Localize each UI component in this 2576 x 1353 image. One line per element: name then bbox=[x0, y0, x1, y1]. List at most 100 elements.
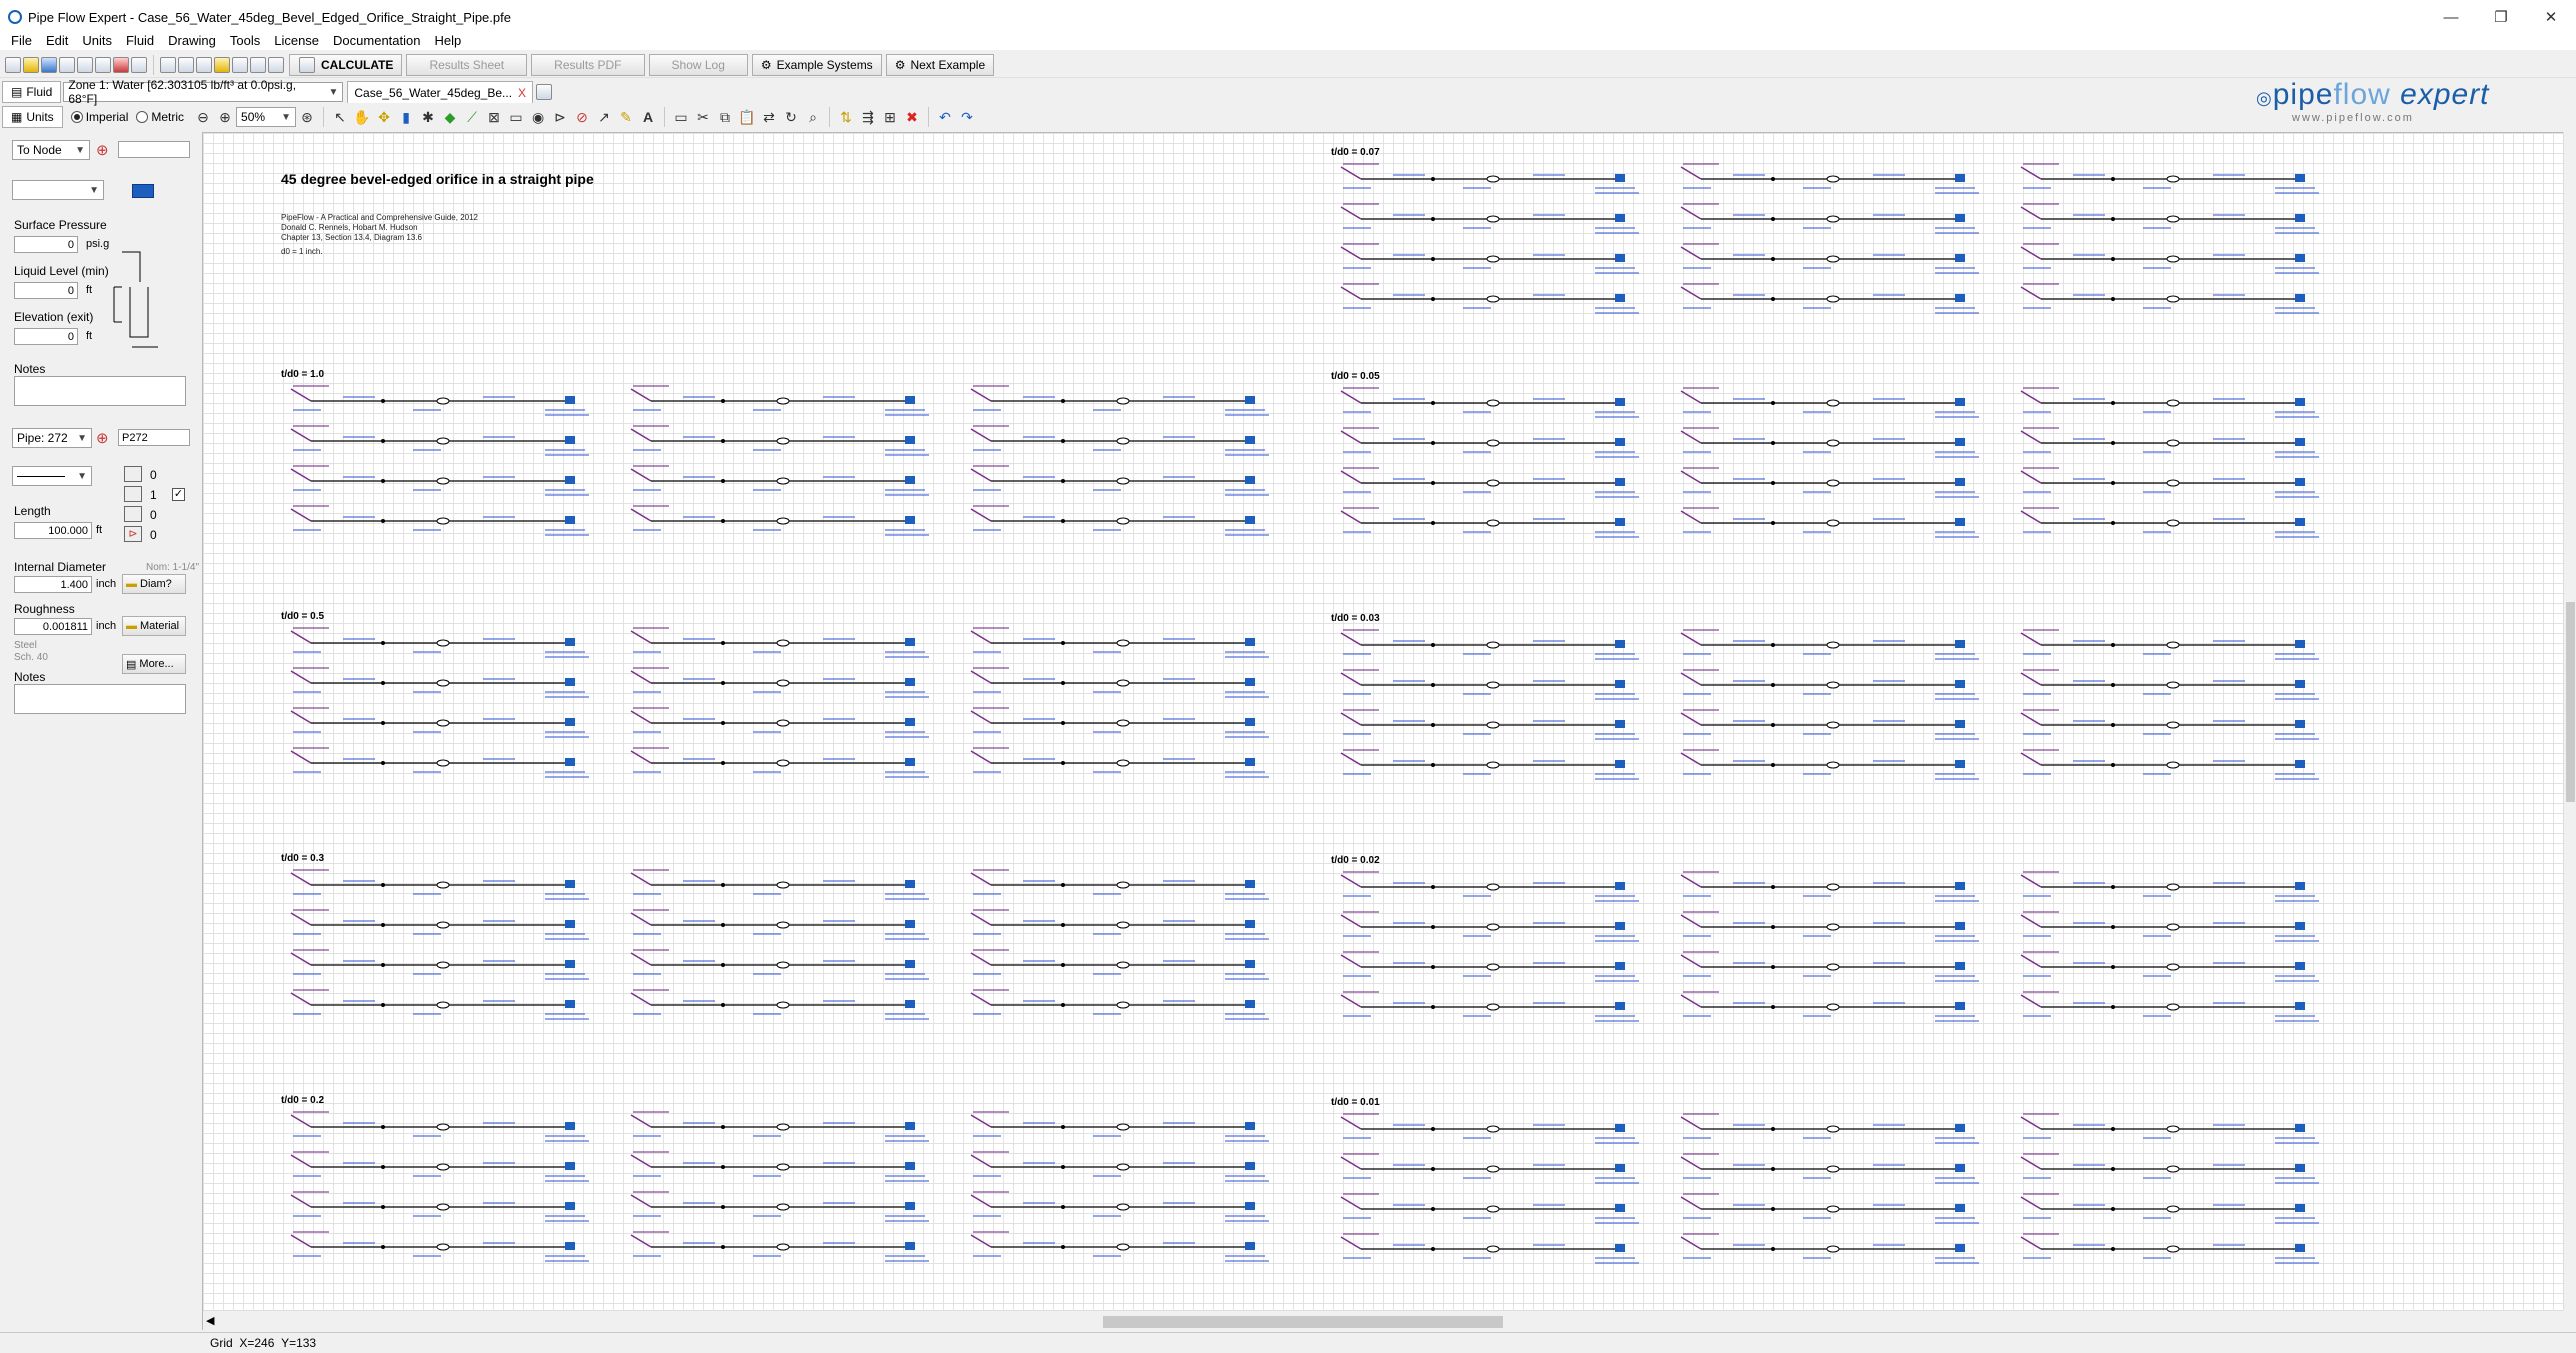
diameter-button[interactable]: ▬ Diam? bbox=[122, 574, 186, 594]
close-button[interactable]: ✕ bbox=[2526, 0, 2576, 34]
component-icon[interactable]: ▭ bbox=[505, 109, 527, 126]
pipe-network-section[interactable] bbox=[1333, 627, 2333, 797]
fittings-icon[interactable] bbox=[124, 466, 142, 482]
menu-file[interactable]: File bbox=[4, 33, 39, 48]
menu-documentation[interactable]: Documentation bbox=[326, 33, 427, 48]
zoom-in-icon[interactable]: ⊕ bbox=[214, 109, 236, 126]
results-sheet-button[interactable]: Results Sheet bbox=[406, 53, 528, 76]
component-count-icon[interactable] bbox=[124, 486, 142, 502]
pipe-network-section[interactable] bbox=[1333, 1111, 2333, 1281]
paste-icon[interactable]: 📋 bbox=[736, 109, 758, 126]
tab-units[interactable]: ▦ Units bbox=[2, 106, 63, 128]
node-select[interactable]: To Node ▼ bbox=[12, 140, 90, 160]
node-icon[interactable]: ◆ bbox=[439, 109, 461, 126]
tab-fluid[interactable]: ▤ Fluid bbox=[2, 81, 62, 103]
control-valve-count-icon[interactable]: ⊳ bbox=[124, 526, 142, 542]
new-file-icon[interactable] bbox=[5, 56, 21, 73]
checkbox-checked-icon[interactable]: ✓ bbox=[172, 488, 185, 501]
copy-icon[interactable]: ⧉ bbox=[714, 109, 736, 126]
fitting-icon[interactable] bbox=[214, 56, 230, 73]
drawing-canvas[interactable]: 45 degree bevel-edged orifice in a strai… bbox=[203, 132, 2563, 1310]
move-icon[interactable]: ✥ bbox=[373, 109, 395, 126]
rectangle-icon[interactable]: ▭ bbox=[670, 109, 692, 126]
menu-drawing[interactable]: Drawing bbox=[161, 33, 223, 48]
example-systems-button[interactable]: ⚙ Example Systems bbox=[751, 53, 882, 76]
pipe-network-section[interactable] bbox=[1333, 385, 2333, 555]
text-icon[interactable]: A bbox=[637, 109, 659, 125]
demand-icon[interactable]: ↗ bbox=[593, 109, 615, 126]
pdf-icon[interactable] bbox=[113, 56, 129, 73]
scroll-thumb[interactable] bbox=[1103, 1316, 1503, 1328]
results-pdf-button[interactable]: Results PDF bbox=[531, 53, 645, 76]
length-input[interactable]: 100.000 bbox=[14, 522, 92, 539]
pipe-notes-textarea[interactable] bbox=[14, 684, 186, 714]
save-icon[interactable] bbox=[41, 56, 57, 73]
menu-tools[interactable]: Tools bbox=[223, 33, 267, 48]
pipe-draw-icon[interactable]: ⟋ bbox=[461, 109, 483, 126]
pointer-icon[interactable]: ↖ bbox=[329, 109, 351, 126]
node-name-input[interactable] bbox=[118, 141, 190, 158]
export-icon[interactable] bbox=[131, 56, 147, 73]
print-icon[interactable] bbox=[59, 56, 75, 73]
table-icon[interactable] bbox=[160, 56, 176, 73]
node-notes-textarea[interactable] bbox=[14, 376, 186, 406]
find-icon[interactable]: ⌕ bbox=[802, 109, 824, 126]
rotate-icon[interactable]: ↻ bbox=[780, 109, 802, 126]
pipe-network-section[interactable] bbox=[283, 625, 1283, 795]
liquid-level-input[interactable]: 0 bbox=[14, 282, 78, 299]
line-style-select[interactable]: ▼ bbox=[12, 466, 92, 486]
join-node-icon[interactable]: ✱ bbox=[417, 109, 439, 126]
tank-icon[interactable]: ▮ bbox=[395, 109, 417, 126]
menu-license[interactable]: License bbox=[267, 33, 326, 48]
menu-edit[interactable]: Edit bbox=[39, 33, 75, 48]
show-log-button[interactable]: Show Log bbox=[648, 53, 748, 76]
component-icon[interactable] bbox=[268, 56, 284, 73]
imperial-radio[interactable]: Imperial bbox=[70, 110, 128, 124]
check-valve-icon[interactable]: ⊘ bbox=[571, 109, 593, 126]
grid-icon[interactable]: ⊞ bbox=[879, 109, 901, 126]
internal-diameter-input[interactable]: 1.400 bbox=[14, 576, 92, 593]
zoom-fit-icon[interactable]: ⊛ bbox=[296, 109, 318, 126]
crosshair-icon[interactable]: ⊕ bbox=[96, 429, 109, 447]
menu-help[interactable]: Help bbox=[427, 33, 468, 48]
pipe-network-section[interactable] bbox=[1333, 869, 2333, 1039]
valve-icon[interactable] bbox=[250, 56, 266, 73]
pipe-network-section[interactable] bbox=[283, 1109, 1283, 1279]
pan-hand-icon[interactable]: ✋ bbox=[351, 109, 373, 126]
tank-type-select[interactable]: ▼ bbox=[12, 180, 104, 200]
pump-count-icon[interactable] bbox=[124, 506, 142, 522]
metric-radio[interactable]: Metric bbox=[136, 110, 184, 124]
fluid-zone-select[interactable]: Zone 1: Water [62.303105 lb/ft³ at 0.0ps… bbox=[63, 78, 344, 106]
crosshair-icon[interactable]: ⊕ bbox=[96, 141, 109, 159]
zoom-out-icon[interactable]: ⊖ bbox=[192, 109, 214, 126]
flip-icon[interactable]: ⇄ bbox=[758, 109, 780, 126]
material-button[interactable]: ▬ Material bbox=[122, 616, 186, 636]
elevation-input[interactable]: 0 bbox=[14, 328, 78, 345]
vertical-scrollbar[interactable] bbox=[2563, 132, 2576, 1310]
pipe-network-section[interactable] bbox=[283, 867, 1283, 1037]
delete-icon[interactable]: ✖ bbox=[901, 109, 923, 126]
more-button[interactable]: ▤ More... bbox=[122, 654, 186, 674]
next-example-button[interactable]: ⚙ Next Example bbox=[885, 53, 995, 76]
pump-icon[interactable]: ◉ bbox=[527, 109, 549, 126]
surface-pressure-input[interactable]: 0 bbox=[14, 236, 78, 253]
document-tab[interactable]: Case_56_Water_45deg_Be... X bbox=[347, 81, 534, 103]
minimize-button[interactable]: — bbox=[2426, 0, 2476, 34]
maximize-button[interactable]: ❐ bbox=[2476, 0, 2526, 34]
pipe-network-section[interactable] bbox=[283, 383, 1283, 553]
control-valve-icon[interactable]: ⊳ bbox=[549, 109, 571, 126]
new-tab-icon[interactable] bbox=[536, 84, 553, 100]
undo-icon[interactable]: ↶ bbox=[934, 109, 956, 126]
align-icon[interactable]: ⇅ bbox=[835, 109, 857, 126]
horizontal-scrollbar[interactable]: ◀ bbox=[203, 1310, 2563, 1332]
print-preview-icon[interactable] bbox=[77, 56, 93, 73]
pipe-select[interactable]: Pipe: 272 ▼ bbox=[12, 428, 92, 448]
graph-icon[interactable] bbox=[178, 56, 194, 73]
calculate-button[interactable]: CALCULATE bbox=[289, 53, 403, 76]
pump-icon[interactable] bbox=[232, 56, 248, 73]
pencil-icon[interactable]: ✎ bbox=[615, 109, 637, 126]
menu-fluid[interactable]: Fluid bbox=[119, 33, 161, 48]
redo-icon[interactable]: ↷ bbox=[956, 109, 978, 126]
fitting-icon[interactable]: ⊠ bbox=[483, 109, 505, 126]
pipe-data-icon[interactable] bbox=[196, 56, 212, 73]
